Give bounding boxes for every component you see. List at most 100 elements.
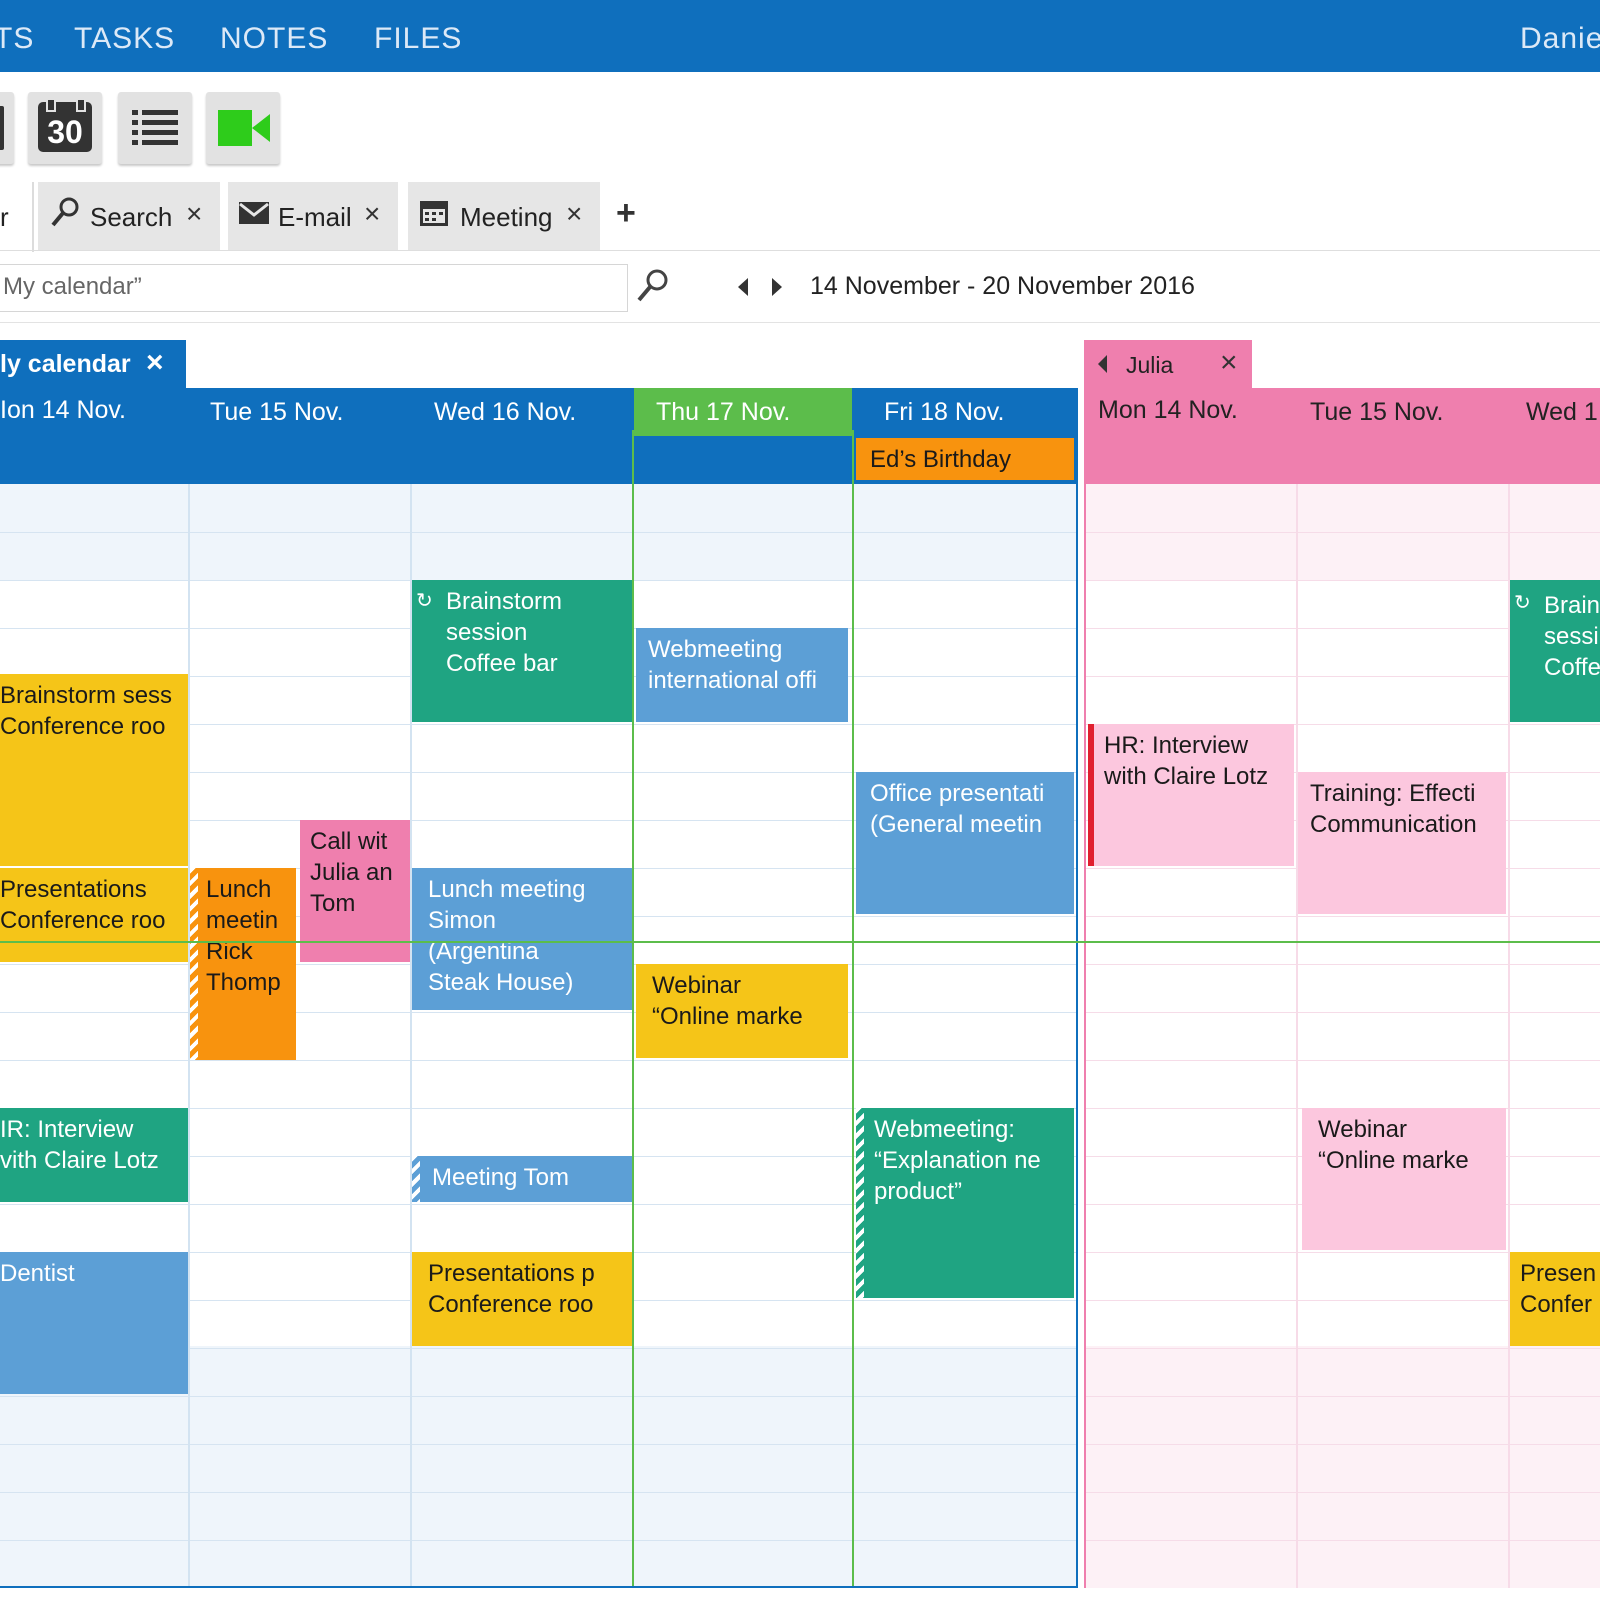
julia-calendar-title: Julia — [1126, 352, 1174, 378]
julia-calendar-tab[interactable]: Julia × — [1084, 340, 1252, 388]
search-icon — [51, 197, 79, 227]
tabs-divider — [0, 250, 1600, 251]
event-julia-hr-text: HR: Interview with Claire Lotz — [1104, 732, 1269, 790]
video-camera-icon — [218, 110, 270, 146]
top-navigation-bar: TS TASKS NOTES FILES Danie — [0, 0, 1600, 72]
grid-line — [0, 1060, 1078, 1061]
event-wed-lunch[interactable]: Lunch meeting Simon (Argentina Steak Hou… — [412, 868, 632, 1010]
grid-line — [1086, 964, 1600, 965]
event-julia-brainstorm-text: Brain sessi Coffe — [1544, 592, 1600, 681]
my-calendar-tab[interactable]: ly calendar × — [0, 340, 186, 388]
tab-calendar-label: r — [0, 202, 9, 232]
event-wed-meeting-tom-text: Meeting Tom — [432, 1164, 569, 1191]
grid-line — [1086, 1444, 1600, 1445]
grid-line — [1086, 916, 1600, 917]
grid-line — [0, 1444, 1078, 1445]
grid-line — [0, 532, 1078, 533]
nav-item-contacts[interactable]: TS — [0, 22, 34, 56]
my-calendar-bottom-border — [0, 1586, 1078, 1588]
day-header-tue[interactable]: Tue 15 Nov. — [210, 398, 343, 427]
tab-search[interactable]: Search × — [38, 182, 220, 250]
grid-line — [0, 1540, 1078, 1541]
nav-item-notes[interactable]: NOTES — [220, 22, 328, 56]
tab-email[interactable]: E-mail × — [228, 182, 398, 250]
event-tue-lunch[interactable]: Lunch meetin Rick Thomp — [190, 868, 296, 1060]
event-thu-webmeeting[interactable]: Webmeeting international offi — [636, 628, 848, 722]
view-button-partial[interactable] — [0, 92, 14, 164]
julia-day-header-tue[interactable]: Tue 15 Nov. — [1310, 398, 1443, 427]
grid-line — [1086, 1012, 1600, 1013]
my-calendar-title: ly calendar — [0, 350, 131, 378]
month-view-button[interactable]: 30 — [28, 92, 102, 164]
day-header-thu[interactable]: Thu 17 Nov. — [656, 398, 790, 427]
my-calendar-close-icon[interactable]: × — [146, 346, 164, 380]
event-wed-presentations[interactable]: Presentations p Conference roo — [412, 1252, 632, 1346]
grid-line — [1086, 532, 1600, 533]
envelope-icon — [239, 202, 269, 224]
next-arrow-icon[interactable] — [768, 276, 784, 298]
event-mon-dentist[interactable]: Dentist — [0, 1252, 188, 1394]
tab-meeting-close-icon[interactable]: × — [566, 198, 582, 230]
calendar-icon — [420, 201, 448, 226]
list-view-button[interactable] — [118, 92, 192, 164]
grid-line — [0, 1492, 1078, 1493]
event-julia-hr-interview[interactable]: HR: Interview with Claire Lotz — [1088, 724, 1294, 866]
tab-meeting-label: Meeting — [460, 202, 553, 232]
current-time-line — [0, 941, 1600, 943]
allday-event-label: Ed’s Birthday — [870, 446, 1011, 473]
tab-search-close-icon[interactable]: × — [186, 198, 202, 230]
column-divider — [1296, 484, 1298, 1588]
tab-email-close-icon[interactable]: × — [364, 198, 380, 230]
prev-arrow-icon[interactable] — [736, 276, 752, 298]
event-wed-brainstorm[interactable]: ↻ Brainstorm session Coffee bar — [412, 580, 632, 722]
nav-item-files[interactable]: FILES — [374, 22, 462, 56]
event-fri-office-presentation[interactable]: Office presentati (General meetin — [856, 772, 1074, 914]
julia-calendar-left-border — [1084, 340, 1086, 1588]
search-icon[interactable] — [636, 268, 670, 304]
julia-day-header-mon[interactable]: Mon 14 Nov. — [1098, 396, 1238, 425]
view-icon-partial — [0, 106, 4, 150]
grid-line — [1086, 1348, 1600, 1349]
calendar-30-icon: 30 — [38, 98, 92, 152]
date-range-label: 14 November - 20 November 2016 — [810, 272, 1195, 300]
allday-event-birthday[interactable]: Ed’s Birthday — [856, 438, 1074, 480]
event-fri-webmeeting[interactable]: Webmeeting: “Explanation ne product” — [856, 1108, 1074, 1298]
julia-late-hours-shade — [1084, 1346, 1600, 1588]
day-header-mon[interactable]: Ion 14 Nov. — [0, 396, 126, 425]
today-border-left — [632, 430, 634, 1588]
event-julia-webinar[interactable]: Webinar “Online marke — [1302, 1108, 1506, 1250]
user-name[interactable]: Danie — [1520, 22, 1600, 56]
event-mon-hr-interview[interactable]: IR: Interview vith Claire Lotz — [0, 1108, 188, 1202]
event-julia-training[interactable]: Training: Effecti Communication — [1298, 772, 1506, 914]
day-header-wed[interactable]: Wed 16 Nov. — [434, 398, 576, 427]
prev-arrow-icon[interactable] — [1096, 354, 1110, 374]
tab-email-label: E-mail — [278, 202, 352, 232]
video-meeting-button[interactable] — [206, 92, 280, 164]
grid-line — [0, 1396, 1078, 1397]
tab-calendar-partial[interactable]: r — [0, 182, 34, 252]
my-calendar-right-border — [1076, 388, 1078, 1588]
grid-line — [1086, 1492, 1600, 1493]
day-header-fri[interactable]: Fri 18 Nov. — [884, 398, 1004, 427]
event-mon-brainstorm[interactable]: Brainstorm sess Conference roo — [0, 674, 188, 866]
event-julia-brainstorm[interactable]: ↻ Brain sessi Coffe — [1510, 580, 1600, 722]
toolbar-divider — [0, 322, 1600, 323]
calendar-search-field[interactable] — [0, 264, 628, 312]
event-wed-meeting-tom[interactable]: Meeting Tom — [412, 1156, 632, 1202]
event-thu-webinar[interactable]: Webinar “Online marke — [636, 964, 848, 1058]
list-view-icon — [132, 110, 178, 145]
julia-calendar-close-icon[interactable]: × — [1220, 346, 1238, 380]
grid-line — [1086, 1396, 1600, 1397]
tab-meeting[interactable]: Meeting × — [408, 182, 600, 250]
julia-day-header-wed[interactable]: Wed 1 — [1526, 398, 1598, 427]
add-tab-icon[interactable]: + — [616, 194, 636, 233]
event-julia-presentations[interactable]: Presen Confer — [1510, 1252, 1600, 1346]
nav-item-tasks[interactable]: TASKS — [74, 22, 175, 56]
calendar-day-number: 30 — [47, 114, 83, 150]
event-fri-webmeeting-text: Webmeeting: “Explanation ne product” — [874, 1116, 1041, 1205]
grid-line — [0, 1012, 1078, 1013]
event-wed-brainstorm-text: Brainstorm session Coffee bar — [446, 588, 563, 677]
grid-line — [1086, 1060, 1600, 1061]
calendar-search-input[interactable] — [0, 265, 603, 309]
event-mon-presentations[interactable]: Presentations Conference roo — [0, 868, 188, 962]
